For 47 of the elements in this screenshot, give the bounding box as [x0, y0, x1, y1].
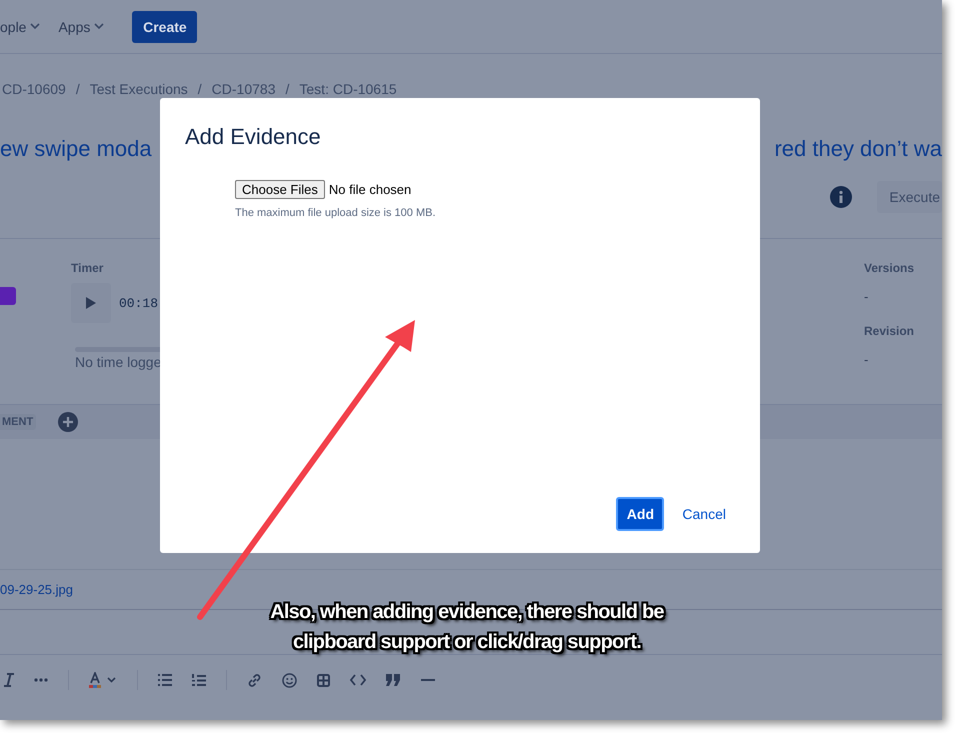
link-icon[interactable]	[247, 672, 262, 688]
add-icon[interactable]	[58, 412, 78, 432]
chevron-down-icon	[94, 23, 104, 30]
numbered-list-icon[interactable]	[192, 674, 206, 686]
play-button[interactable]	[71, 283, 111, 323]
nav-menu-item[interactable]: ople	[0, 18, 40, 34]
breadcrumb-separator: /	[76, 81, 80, 97]
field-label: Versions	[864, 261, 916, 275]
breadcrumb-link[interactable]: Test Executions	[90, 81, 188, 97]
bullet-list-icon[interactable]	[158, 674, 172, 686]
chevron-down-icon	[30, 23, 40, 30]
create-button[interactable]: Create	[132, 10, 198, 42]
quote-icon[interactable]	[386, 674, 401, 686]
breadcrumb-link[interactable]: CD-10609	[2, 81, 66, 97]
info-icon[interactable]	[830, 186, 852, 208]
nav-menu-item[interactable]: Apps	[58, 18, 104, 34]
execute-button[interactable]: Execute	[877, 181, 942, 213]
field-label: Revision	[864, 324, 916, 338]
upload-hint: The maximum file upload size is 100 MB.	[235, 207, 437, 219]
emoji-icon[interactable]	[282, 672, 297, 688]
breadcrumb-separator: /	[198, 81, 202, 97]
breadcrumb-link[interactable]: Test: CD-10615	[299, 81, 397, 97]
caption-text: Also, when adding evidence, there should be	[270, 600, 664, 625]
file-status-text: No file chosen	[328, 182, 412, 197]
issue-title: red they don’t wa	[774, 136, 942, 162]
cancel-link[interactable]: Cancel	[682, 506, 726, 522]
more-icon[interactable]	[34, 678, 48, 682]
play-icon	[86, 297, 96, 309]
text-color-icon[interactable]	[89, 672, 117, 688]
breadcrumb-separator: /	[286, 81, 290, 97]
field-value: -	[864, 352, 870, 367]
timer-value: 00:18	[119, 296, 158, 310]
choose-files-button[interactable]: Choose Files	[235, 180, 325, 199]
status-tag	[0, 287, 16, 305]
field-value: -	[864, 289, 870, 304]
table-icon[interactable]	[317, 674, 330, 686]
add-button[interactable]: Add	[616, 497, 664, 531]
attachment-link[interactable]: 09-29-25.jpg	[0, 582, 73, 597]
issue-title: ew swipe moda	[0, 136, 152, 162]
italic-icon[interactable]	[4, 673, 14, 687]
time-logged-text: No time logge	[75, 354, 162, 370]
timer-label: Timer	[71, 261, 104, 275]
caption-text: clipboard support or click/drag support.	[292, 630, 642, 655]
breadcrumb-link[interactable]: CD-10783	[212, 81, 276, 97]
dialog-title: Add Evidence	[185, 124, 322, 150]
section-tag: MENT	[0, 414, 36, 430]
code-icon[interactable]	[350, 674, 366, 686]
